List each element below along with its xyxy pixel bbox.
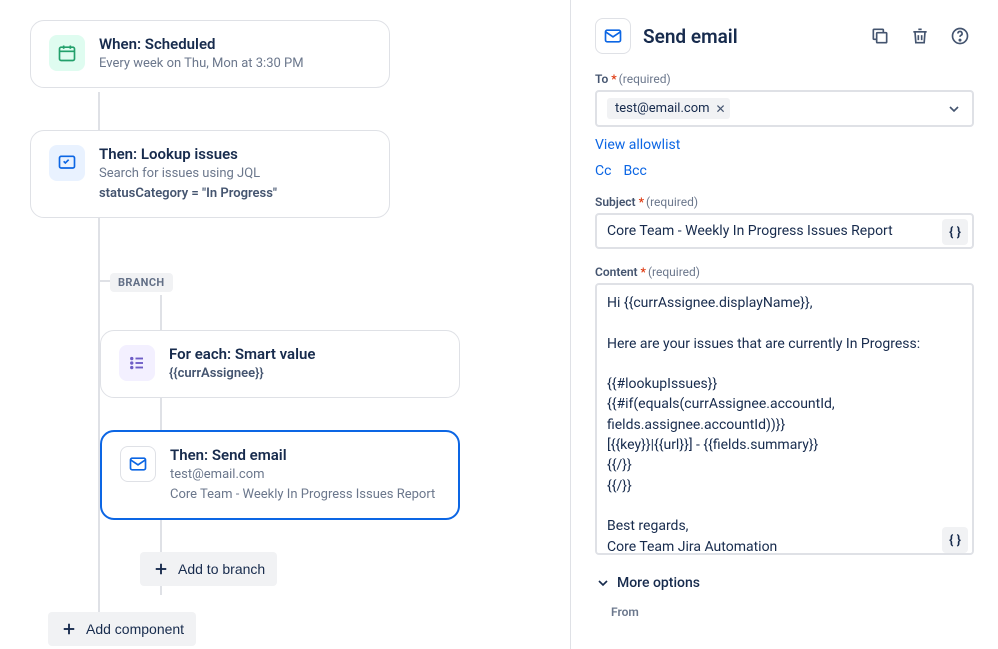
smart-value-button[interactable]: { }	[942, 219, 968, 245]
delete-button[interactable]	[906, 22, 934, 50]
add-to-branch-label: Add to branch	[178, 561, 265, 577]
foreach-card[interactable]: For each: Smart value {{currAssignee}}	[100, 330, 460, 398]
smart-value-button[interactable]: { }	[942, 527, 968, 553]
view-allowlist-link[interactable]: View allowlist	[595, 137, 974, 153]
from-label: From	[611, 605, 974, 619]
lookup-desc1: Search for issues using JQL	[99, 165, 371, 183]
add-component-button[interactable]: Add component	[48, 612, 196, 646]
to-label: To *(required)	[595, 72, 974, 86]
chevron-down-icon[interactable]	[946, 101, 962, 117]
rule-canvas: When: Scheduled Every week on Thu, Mon a…	[0, 0, 570, 649]
duplicate-button[interactable]	[866, 22, 894, 50]
panel-header: Send email	[595, 18, 974, 54]
subject-input[interactable]	[595, 213, 974, 249]
mail-icon	[595, 18, 631, 54]
trigger-title: When: Scheduled	[99, 35, 371, 53]
sendemail-desc2: Core Team - Weekly In Progress Issues Re…	[170, 486, 440, 504]
calendar-icon	[49, 35, 85, 71]
plus-icon	[60, 620, 78, 638]
chevron-down-icon	[595, 575, 611, 591]
lookup-desc2: statusCategory = "In Progress"	[99, 185, 371, 203]
more-options-toggle[interactable]: More options	[595, 575, 974, 591]
sendemail-card[interactable]: Then: Send email test@email.com Core Tea…	[100, 430, 460, 520]
foreach-title: For each: Smart value	[169, 345, 441, 363]
sendemail-desc1: test@email.com	[170, 466, 440, 484]
lookup-icon	[49, 145, 85, 181]
cc-link[interactable]: Cc	[595, 163, 611, 179]
content-label: Content *(required)	[595, 265, 974, 279]
to-chip: test@email.com ✕	[607, 98, 730, 119]
help-button[interactable]	[946, 22, 974, 50]
sendemail-title: Then: Send email	[170, 446, 440, 464]
lookup-title: Then: Lookup issues	[99, 145, 371, 163]
details-panel: Send email To *(required) test@email.com…	[570, 0, 998, 649]
list-icon	[119, 345, 155, 381]
trigger-desc: Every week on Thu, Mon at 3:30 PM	[99, 55, 371, 73]
add-component-label: Add component	[86, 621, 184, 637]
lookup-card[interactable]: Then: Lookup issues Search for issues us…	[30, 130, 390, 218]
plus-icon	[152, 560, 170, 578]
add-to-branch-button[interactable]: Add to branch	[140, 552, 277, 586]
remove-chip-button[interactable]: ✕	[716, 102, 726, 116]
branch-label: BRANCH	[110, 273, 173, 292]
mail-icon	[120, 446, 156, 482]
content-textarea[interactable]	[595, 283, 974, 555]
foreach-desc: {{currAssignee}}	[169, 365, 441, 383]
bcc-link[interactable]: Bcc	[623, 163, 646, 179]
trigger-card[interactable]: When: Scheduled Every week on Thu, Mon a…	[30, 20, 390, 88]
panel-title: Send email	[643, 25, 854, 48]
to-field[interactable]: test@email.com ✕	[595, 90, 974, 127]
subject-label: Subject *(required)	[595, 195, 974, 209]
